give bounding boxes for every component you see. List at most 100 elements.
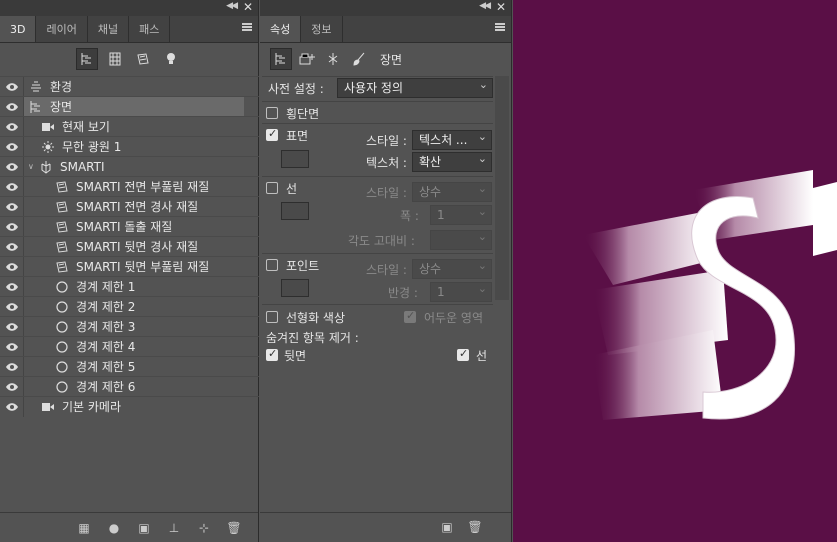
panel-dragbar[interactable]: ◀◀ ✕ [0, 0, 258, 16]
layer-row[interactable]: 경계 제한 6 [0, 376, 259, 397]
meshes-icon[interactable] [104, 48, 126, 70]
visibility-eye-icon[interactable] [0, 276, 24, 297]
visibility-eye-icon[interactable] [0, 176, 24, 197]
layer-label: 경계 제한 6 [76, 380, 136, 394]
surface-checkbox[interactable] [266, 127, 278, 141]
layer-label: 기본 카메라 [62, 400, 122, 414]
radius-select[interactable]: 1 [430, 280, 492, 302]
trash-icon[interactable]: 🗑 [466, 518, 484, 536]
close-icon[interactable]: ✕ [496, 0, 506, 14]
layer-row[interactable]: 현재 보기 [0, 116, 259, 137]
visibility-eye-icon[interactable] [0, 96, 24, 117]
lights-icon[interactable] [160, 48, 182, 70]
line-style-select[interactable]: 상수 [412, 180, 492, 202]
visibility-eye-icon[interactable] [0, 216, 24, 237]
dark-area-checkbox[interactable] [404, 309, 416, 323]
width-select[interactable]: 1 [430, 203, 492, 225]
visibility-eye-icon[interactable] [0, 76, 24, 97]
visibility-eye-icon[interactable] [0, 376, 24, 397]
backface-checkbox[interactable] [266, 347, 278, 361]
backface-label: 뒷면 [284, 349, 307, 363]
render-settings-icon[interactable] [296, 48, 318, 70]
point-checkbox[interactable] [266, 259, 278, 271]
drop-to-plane-icon[interactable]: ⊥ [165, 519, 183, 537]
texture-select[interactable]: 확산 [412, 150, 492, 172]
visibility-eye-icon[interactable] [0, 256, 24, 277]
brush-icon[interactable] [348, 48, 370, 70]
boundary-icon [54, 300, 70, 314]
line-color-swatch[interactable] [281, 202, 309, 220]
layer-label: SMARTI 전면 부풀림 재질 [76, 180, 210, 194]
layer-row[interactable]: SMARTI 뒷면 경사 재질 [0, 236, 259, 257]
3d-panel: ◀◀ ✕ 3D 레이어 채널 패스 환경 장면 현재 보기 무한 광원 1 ∨ SMART… [0, 0, 259, 542]
materials-icon[interactable] [132, 48, 154, 70]
point-color-swatch[interactable] [281, 279, 309, 297]
expand-chevron-icon[interactable]: ∨ [28, 162, 38, 171]
layer-label: 경계 제한 3 [76, 320, 136, 334]
visibility-eye-icon[interactable] [0, 136, 24, 157]
visibility-eye-icon[interactable] [0, 356, 24, 377]
visibility-eye-icon[interactable] [0, 396, 24, 417]
tab-paths[interactable]: 패스 [129, 16, 171, 42]
layer-row[interactable]: SMARTI 돌출 재질 [0, 216, 259, 237]
visibility-eye-icon[interactable] [0, 296, 24, 317]
layer-row[interactable]: ∨ SMARTI [0, 156, 259, 177]
linearize-checkbox[interactable] [266, 311, 278, 323]
point-style-label: 스타일 : [366, 263, 407, 277]
tab-properties[interactable]: 속성 [260, 16, 302, 42]
collapse-icon[interactable]: ◀◀ [479, 1, 491, 11]
point-label: 포인트 [286, 259, 320, 273]
panel-menu-icon[interactable] [242, 23, 252, 31]
preset-select[interactable]: 사용자 정의 [337, 76, 493, 98]
visibility-eye-icon[interactable] [0, 316, 24, 337]
surface-color-swatch[interactable] [281, 150, 309, 168]
coordinates-icon[interactable] [322, 48, 344, 70]
visibility-eye-icon[interactable] [0, 336, 24, 357]
layer-label: 경계 제한 5 [76, 360, 136, 374]
angle-select[interactable] [430, 228, 492, 250]
layer-label: 경계 제한 1 [76, 280, 136, 294]
panel-menu-icon[interactable] [495, 23, 505, 31]
whole-scene-icon[interactable] [76, 48, 98, 70]
layer-row[interactable]: 경계 제한 4 [0, 336, 259, 357]
3d-layer-list: 환경 장면 현재 보기 무한 광원 1 ∨ SMARTI SMARTI 전면 부풀림 재질 S… [0, 76, 259, 417]
tab-layers[interactable]: 레이어 [36, 16, 88, 42]
point-style-select[interactable]: 상수 [412, 257, 492, 279]
layer-row[interactable]: 경계 제한 1 [0, 276, 259, 297]
constraint-icon[interactable]: ⊹ [195, 519, 213, 537]
layer-row[interactable]: SMARTI 전면 경사 재질 [0, 196, 259, 217]
tab-channels[interactable]: 채널 [88, 16, 130, 42]
document-canvas[interactable]: SM [513, 0, 837, 542]
lines-checkbox[interactable] [457, 347, 469, 361]
line-checkbox[interactable] [266, 182, 278, 194]
tab-3d[interactable]: 3D [0, 16, 37, 42]
layer-row[interactable]: 경계 제한 2 [0, 296, 259, 317]
layer-row[interactable]: 무한 광원 1 [0, 136, 259, 157]
panel-dragbar[interactable]: ◀◀ ✕ [260, 0, 511, 16]
render-icon[interactable]: ▣ [135, 519, 153, 537]
layer-row[interactable]: SMARTI 전면 부풀림 재질 [0, 176, 259, 197]
collapse-icon[interactable]: ◀◀ [226, 1, 238, 11]
properties-scrollbar[interactable] [495, 76, 509, 300]
visibility-eye-icon[interactable] [0, 196, 24, 217]
trash-icon[interactable]: 🗑 [225, 519, 243, 537]
cross-section-checkbox[interactable] [266, 107, 278, 119]
layer-row[interactable]: 기본 카메라 [0, 396, 259, 417]
layer-row[interactable]: 경계 제한 3 [0, 316, 259, 337]
layer-row[interactable]: 장면 [0, 96, 259, 117]
canvas-text: SM [513, 0, 515, 1]
layer-row[interactable]: 환경 [0, 76, 259, 97]
tab-info[interactable]: 정보 [301, 16, 343, 42]
visibility-eye-icon[interactable] [0, 116, 24, 137]
render-icon[interactable]: ▣ [438, 518, 456, 536]
3d-filter-toolbar [0, 43, 258, 75]
mesh-filter-icon[interactable]: ▦ [75, 519, 93, 537]
visibility-eye-icon[interactable] [0, 236, 24, 257]
visibility-eye-icon[interactable] [0, 156, 24, 177]
close-icon[interactable]: ✕ [243, 0, 253, 14]
surface-style-select[interactable]: 텍스처 ... [412, 128, 492, 150]
layer-row[interactable]: SMARTI 뒷면 부풀림 재질 [0, 256, 259, 277]
layer-row[interactable]: 경계 제한 5 [0, 356, 259, 377]
scene-icon[interactable] [270, 48, 292, 70]
add-light-icon[interactable]: ● [105, 519, 123, 537]
